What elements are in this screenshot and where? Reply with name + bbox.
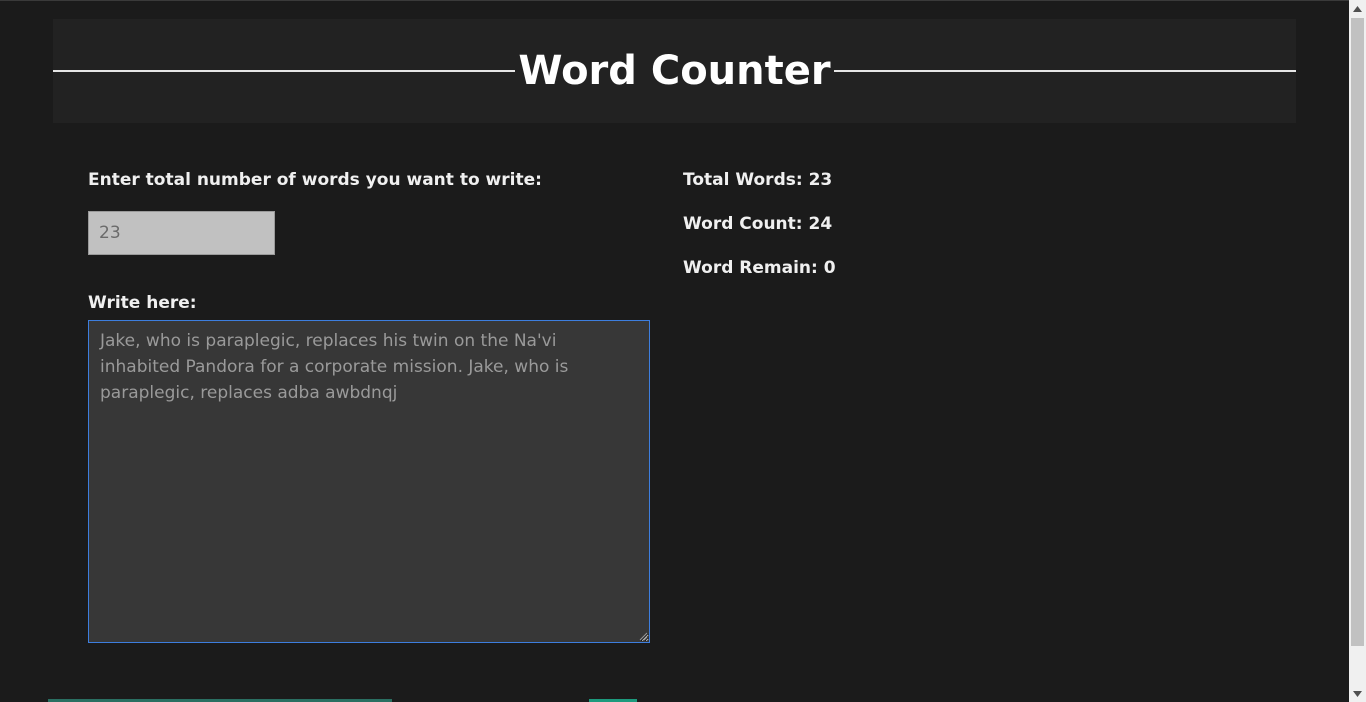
resize-grip-icon[interactable] [639,632,648,641]
write-here-label: Write here: [88,293,197,313]
page: Word Counter Enter total number of words… [0,0,1366,702]
word-remain-stat: Word Remain: 0 [683,258,836,278]
total-words-stat: Total Words: 23 [683,170,833,190]
top-border [0,0,1366,1]
word-count-stat: Word Count: 24 [683,214,833,234]
scroll-down-icon[interactable] [1349,685,1366,702]
header-rule-left [53,70,515,72]
target-words-label: Enter total number of words you want to … [88,170,542,190]
scroll-up-icon[interactable] [1349,0,1366,17]
header-rule-right [834,70,1296,72]
target-words-input[interactable] [88,211,275,255]
header: Word Counter [53,19,1296,123]
page-title: Word Counter [518,48,831,94]
writing-textarea[interactable]: Jake, who is paraplegic, replaces his tw… [88,320,650,643]
vertical-scrollbar[interactable] [1349,0,1366,702]
scrollbar-thumb[interactable] [1351,18,1364,646]
